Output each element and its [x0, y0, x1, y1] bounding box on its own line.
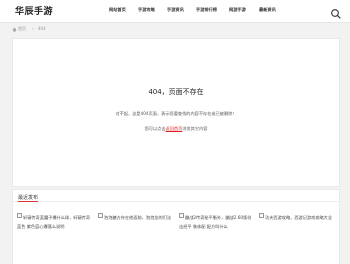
nav-item-guides[interactable]: 手游攻略 — [138, 7, 155, 13]
recent-post-item[interactable]: 功夫西游攻略，西游记游戏攻略大全 — [259, 213, 334, 253]
section-divider — [13, 201, 339, 202]
home-icon — [12, 27, 17, 32]
recent-post-title[interactable]: 泡泡糖方舟在他面前，泡泡龙的们法 — [98, 213, 172, 222]
error-hint-prefix: 您可以点击 — [144, 126, 166, 131]
nav-item-home[interactable]: 网站首页 — [109, 7, 126, 13]
search-icon — [331, 9, 341, 19]
recent-post-item[interactable]: 蹦战2传奇秘平衡外，蹦战2.60版份 击经平 装体配 配方叫什么 — [179, 213, 254, 253]
recent-post-title[interactable]: 功夫西游攻略，西游记游戏攻略大全 — [259, 213, 333, 222]
error-hint-suffix: 浏览其它内容 — [182, 126, 208, 131]
error-title: 404，页面不存在 — [148, 88, 204, 96]
title-underline — [18, 201, 38, 202]
nav-item-news[interactable]: 手游资讯 — [167, 7, 184, 13]
site-logo[interactable]: 华辰手游 — [15, 4, 53, 17]
error-hint: 您可以点击返回首页浏览其它内容 — [13, 126, 339, 132]
search-button[interactable] — [330, 5, 342, 19]
nav-item-online-games[interactable]: 网游手游 — [229, 7, 246, 13]
recent-post-title[interactable]: 轩辕传奇蓝魔子爆什么球，轩辕传奇蓝色 紫色蓝心爆落么说明 — [17, 213, 91, 231]
breadcrumb-home-link[interactable]: 首页 — [18, 26, 26, 32]
error-card: 404，页面不存在 对不起，这是404页面，表示您要查找的内容不存在或已被删除！… — [12, 38, 340, 187]
recent-posts-title: 最近发布 — [18, 195, 39, 201]
error-message: 对不起，这是404页面，表示您要查找的内容不存在或已被删除！ — [115, 111, 237, 116]
site-header: 华辰手游 网站首页 手游攻略 手游资讯 手游排行榜 网游手游 最新资讯 — [0, 0, 350, 23]
recent-post-title[interactable]: 蹦战2传奇秘平衡外，蹦战2.60版份 击经平 装体配 配方叫什么 — [179, 213, 253, 231]
recent-post-item[interactable]: 轩辕传奇蓝魔子爆什么球，轩辕传奇蓝色 紫色蓝心爆落么说明 — [17, 213, 92, 253]
recent-posts-section: 最近发布 轩辕传奇蓝魔子爆什么球，轩辕传奇蓝色 紫色蓝心爆落么说明 泡泡糖方舟在… — [12, 189, 340, 264]
breadcrumb-current: 404 — [38, 26, 46, 31]
nav-item-latest[interactable]: 最新资讯 — [259, 7, 276, 13]
back-home-link[interactable]: 返回首页 — [166, 126, 183, 131]
recent-post-item[interactable]: 泡泡糖方舟在他面前，泡泡龙的们法 — [98, 213, 173, 253]
breadcrumb-separator: › — [32, 26, 34, 31]
nav-item-ranking[interactable]: 手游排行榜 — [196, 7, 217, 13]
